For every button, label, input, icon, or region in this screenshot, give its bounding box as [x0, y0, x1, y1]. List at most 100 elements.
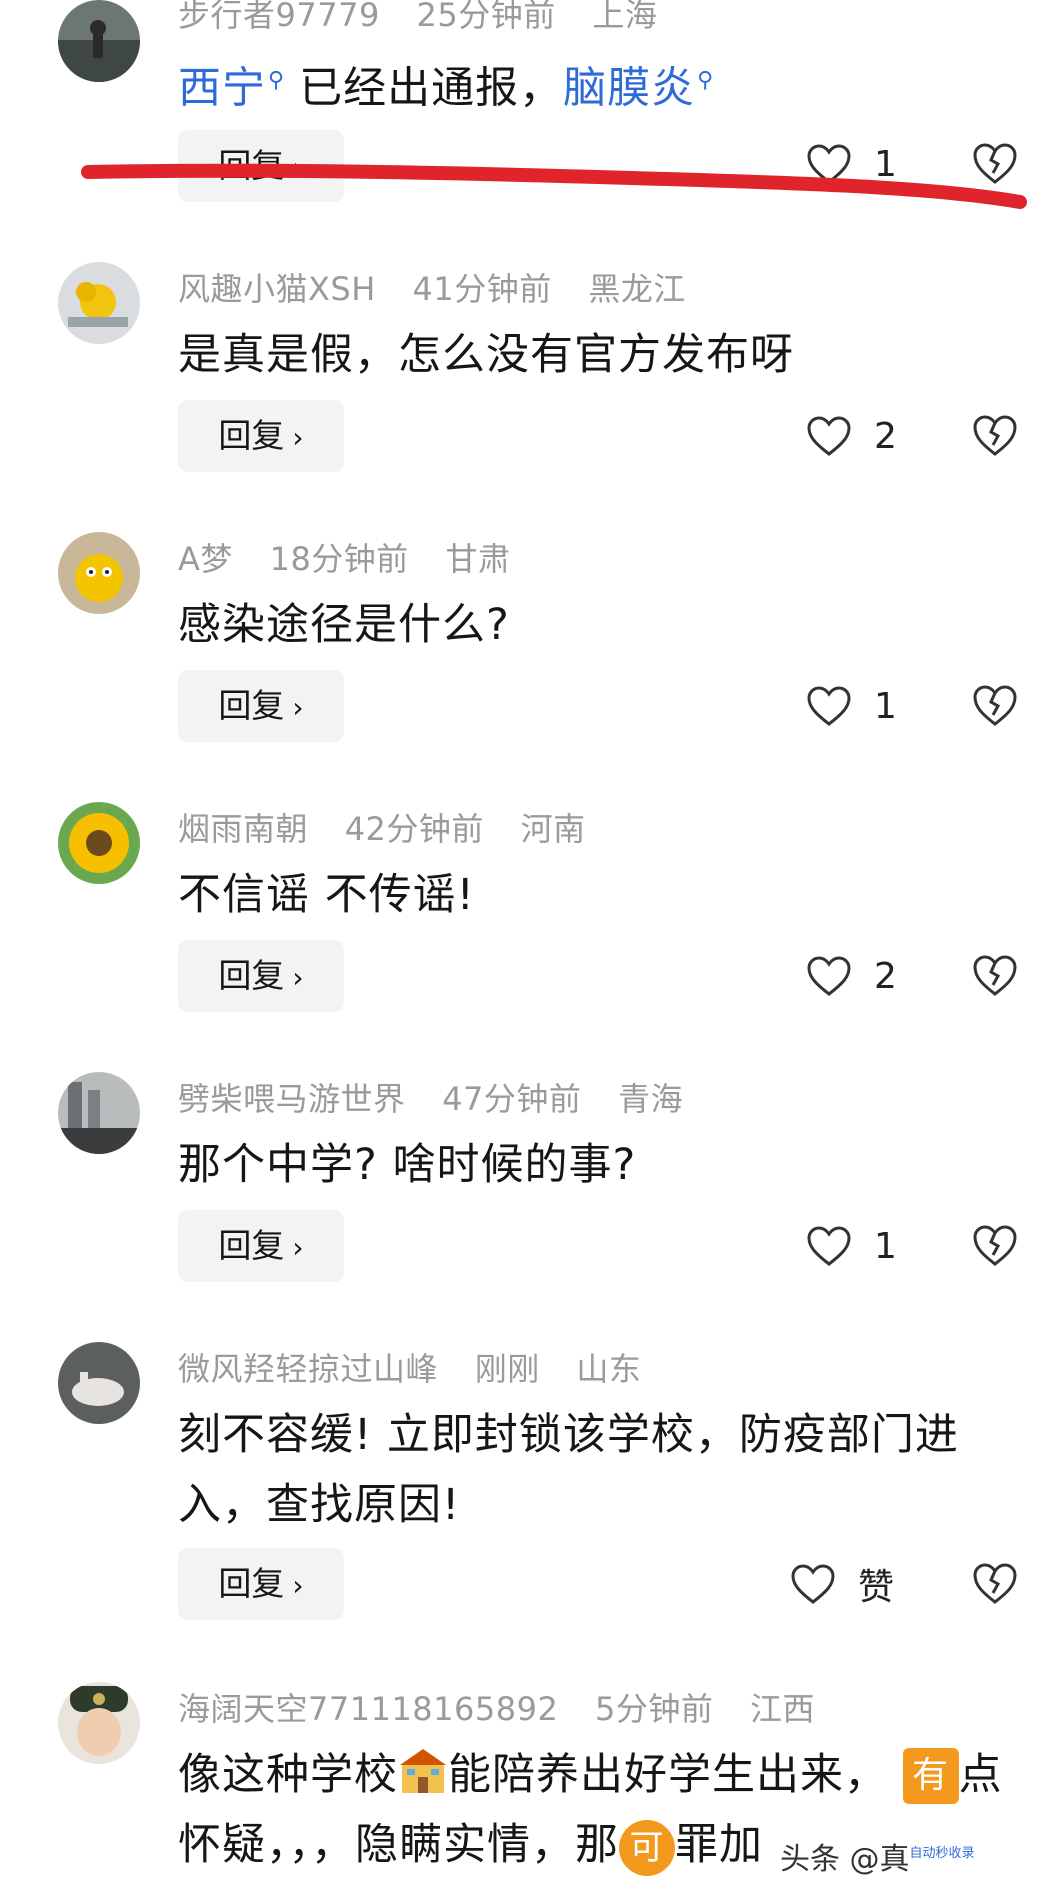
- broken-heart-icon: [973, 685, 1017, 726]
- reply-button[interactable]: 回复 ›: [178, 400, 344, 472]
- comment-meta: 烟雨南朝 42分钟前 河南: [178, 804, 612, 850]
- comment-text-segment: 已经出通报，: [299, 63, 564, 114]
- username[interactable]: 微风羟轻掠过山峰: [178, 1350, 438, 1388]
- like-count: 2: [874, 955, 897, 997]
- avatar-image-icon: [58, 0, 140, 82]
- avatar-image-icon: [58, 262, 140, 344]
- heart-icon: [807, 416, 851, 456]
- comment-text-segment: 能陪养出好学生出来，: [448, 1750, 888, 1800]
- reply-label: 回复: [218, 416, 285, 455]
- search-icon: ⚲: [697, 68, 715, 93]
- comment-location: 上海: [592, 0, 658, 34]
- reply-button[interactable]: 回复 ›: [178, 940, 344, 1012]
- comment-location: 江西: [750, 1690, 816, 1728]
- avatar-image-icon: [58, 1682, 140, 1764]
- comment-text: 是真是假，怎么没有官方发布呀: [178, 330, 794, 380]
- comment-text-segment: 像这种学校: [178, 1750, 398, 1800]
- dislike-button[interactable]: [972, 412, 1018, 458]
- reply-button[interactable]: 回复 ›: [178, 1548, 344, 1620]
- comment-time: 41分钟前: [412, 270, 552, 308]
- comment-text: 感染途径是什么?: [178, 600, 510, 650]
- dislike-button[interactable]: [972, 1560, 1018, 1606]
- comment-location: 黑龙江: [588, 270, 686, 308]
- comment-time: 42分钟前: [344, 810, 484, 848]
- username[interactable]: 海阔天空771118165892: [178, 1690, 558, 1728]
- comment-time: 刚刚: [474, 1350, 540, 1388]
- heart-icon: [807, 1226, 851, 1266]
- red-annotation-stroke: [81, 163, 1027, 209]
- watermark-text: 头条 @真: [780, 1842, 910, 1877]
- comment-time: 25分钟前: [416, 0, 556, 34]
- avatar[interactable]: [58, 0, 140, 82]
- avatar-image-icon: [58, 1342, 140, 1424]
- dislike-button[interactable]: [972, 1222, 1018, 1268]
- like-button[interactable]: 1: [806, 1216, 897, 1276]
- like-count: 1: [874, 1225, 897, 1267]
- like-count: 赞: [858, 1567, 895, 1608]
- broken-heart-icon: [973, 1225, 1017, 1266]
- comment-meta: 微风羟轻掠过山峰 刚刚 山东: [178, 1344, 667, 1390]
- comment-location: 青海: [618, 1080, 684, 1118]
- reply-label: 回复: [218, 686, 285, 725]
- avatar[interactable]: [58, 1682, 140, 1764]
- comment-meta: 步行者97779 25分钟前 上海: [178, 0, 683, 36]
- broken-heart-icon: [973, 955, 1017, 996]
- chevron-right-icon: ›: [292, 691, 304, 724]
- reply-label: 回复: [218, 1226, 285, 1265]
- avatar-image-icon: [58, 802, 140, 884]
- like-button[interactable]: 2: [806, 946, 897, 1006]
- reply-label: 回复: [218, 956, 285, 995]
- comment-text: 西宁⚲ 已经出通报，脑膜炎⚲: [178, 46, 998, 123]
- like-button[interactable]: 1: [806, 676, 897, 736]
- dislike-button[interactable]: [972, 952, 1018, 998]
- dislike-button[interactable]: [972, 682, 1018, 728]
- chevron-right-icon: ›: [292, 1231, 304, 1264]
- comment-meta: A梦 18分钟前 甘肃: [178, 534, 537, 580]
- you-emoji-icon: 有: [902, 1748, 959, 1804]
- like-button[interactable]: 2: [806, 406, 897, 466]
- username[interactable]: 劈柴喂马游世界: [178, 1080, 406, 1118]
- watermark-tiny-text: 自动秒收录: [909, 1846, 975, 1861]
- search-icon: ⚲: [268, 68, 286, 93]
- comment-time: 47分钟前: [442, 1080, 582, 1118]
- avatar-image-icon: [58, 1072, 140, 1154]
- watermark: 头条 @真自动秒收录: [780, 1834, 975, 1878]
- comment-text: 不信谣 不传谣!: [178, 870, 475, 920]
- chevron-right-icon: ›: [292, 421, 304, 454]
- like-count: 1: [874, 685, 897, 727]
- comment-location: 山东: [576, 1350, 642, 1388]
- comment-meta: 海阔天空771118165892 5分钟前 江西: [178, 1684, 841, 1730]
- reply-button[interactable]: 回复 ›: [178, 670, 344, 742]
- avatar[interactable]: [58, 1072, 140, 1154]
- comment-time: 18分钟前: [269, 540, 409, 578]
- keyword-link[interactable]: 西宁: [178, 63, 266, 113]
- reply-button[interactable]: 回复 ›: [178, 1210, 344, 1282]
- comment-meta: 劈柴喂马游世界 47分钟前 青海: [178, 1074, 709, 1120]
- reply-label: 回复: [218, 1564, 285, 1603]
- username[interactable]: 风趣小猫XSH: [178, 270, 376, 308]
- username[interactable]: 步行者97779: [178, 0, 380, 34]
- comment-location: 河南: [520, 810, 586, 848]
- comment-location: 甘肃: [445, 540, 511, 578]
- keyword-link[interactable]: 脑膜炎: [563, 63, 695, 113]
- chevron-right-icon: ›: [292, 961, 304, 994]
- broken-heart-icon: [973, 1563, 1017, 1604]
- avatar-image-icon: [58, 532, 140, 614]
- avatar[interactable]: [58, 802, 140, 884]
- comment-meta: 风趣小猫XSH 41分钟前 黑龙江: [178, 264, 712, 310]
- heart-icon: [791, 1564, 835, 1604]
- avatar[interactable]: [58, 1342, 140, 1424]
- username[interactable]: 烟雨南朝: [178, 810, 308, 848]
- school-emoji-icon: [398, 1745, 448, 1795]
- like-button[interactable]: 赞: [790, 1554, 894, 1614]
- like-count: 2: [874, 415, 897, 457]
- comment-text: 那个中学? 啥时候的事?: [178, 1140, 637, 1190]
- avatar[interactable]: [58, 262, 140, 344]
- heart-icon: [807, 686, 851, 726]
- username[interactable]: A梦: [178, 540, 233, 578]
- heart-icon: [807, 956, 851, 996]
- comment-text: 刻不容缓! 立即封锁该学校，防疫部门进入，查找原因!: [178, 1410, 959, 1530]
- avatar[interactable]: [58, 532, 140, 614]
- chevron-right-icon: ›: [292, 1569, 304, 1602]
- broken-heart-icon: [973, 415, 1017, 456]
